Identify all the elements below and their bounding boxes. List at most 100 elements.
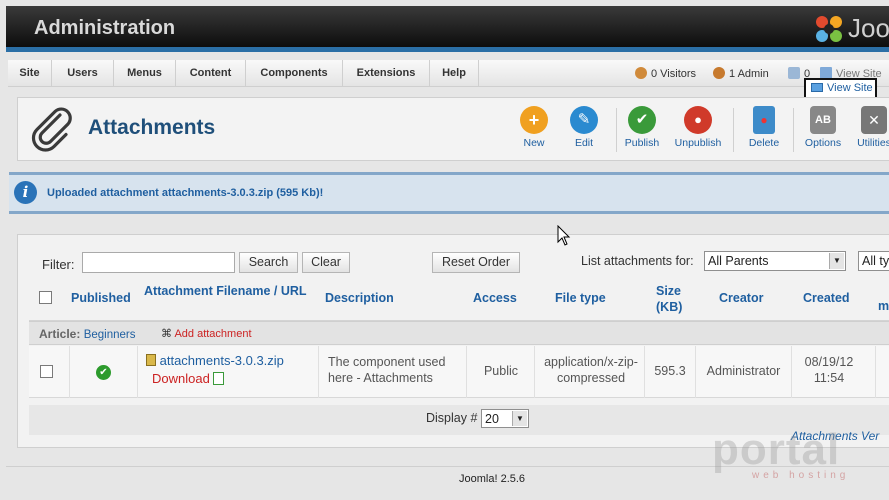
toolbar-divider: [616, 108, 617, 152]
group-label: Article: Beginners: [39, 327, 135, 341]
visitors-status: 0 Visitors: [635, 67, 696, 80]
parent-select-value: All Parents: [708, 254, 769, 268]
column-divider: [69, 346, 70, 398]
display-limit-label: Display #: [426, 411, 478, 425]
message-text: Uploaded attachment attachments-3.0.3.zi…: [47, 187, 324, 199]
new-button[interactable]: + New: [518, 106, 550, 149]
menu-components[interactable]: Components: [246, 60, 343, 87]
page-title: Attachments: [88, 116, 216, 139]
pencil-icon: ✎: [570, 106, 598, 134]
monitor-icon: [811, 83, 823, 92]
header-title: Administration: [34, 17, 176, 39]
column-size[interactable]: Size (KB): [656, 283, 686, 321]
admin-header: Administration Joo: [6, 6, 889, 52]
published-check-icon[interactable]: ✔: [96, 365, 111, 380]
paperclip-icon: ⌘: [161, 328, 172, 340]
publish-button-label: Publish: [624, 137, 660, 149]
visitors-count: 0 Visitors: [651, 68, 697, 80]
attachments-list-panel: Filter: Search Clear Reset Order List at…: [17, 234, 889, 448]
delete-button[interactable]: ● Delete: [746, 106, 782, 149]
unpublish-button[interactable]: ● Unpublish: [673, 106, 723, 149]
select-all-checkbox[interactable]: [39, 291, 52, 304]
filter-input[interactable]: [82, 252, 235, 273]
column-divider: [644, 346, 645, 398]
column-filename[interactable]: Attachment Filename / URL: [144, 283, 309, 321]
menu-content[interactable]: Content: [176, 60, 246, 87]
column-divider: [318, 346, 319, 398]
menu-menus[interactable]: Menus: [114, 60, 176, 87]
filename-link[interactable]: attachments-3.0.3.zip: [160, 353, 284, 368]
group-article-link[interactable]: Beginners: [84, 329, 136, 341]
column-divider: [466, 346, 467, 398]
mail-icon: [788, 67, 800, 79]
menu-users[interactable]: Users: [52, 60, 114, 87]
info-icon: i: [14, 181, 37, 204]
new-button-label: New: [523, 137, 545, 149]
footer-version: Joomla! 2.5.6: [459, 473, 526, 485]
column-divider: [791, 346, 792, 398]
group-type-label: Article:: [39, 327, 81, 341]
column-divider: [534, 346, 535, 398]
search-button[interactable]: Search: [239, 252, 298, 273]
display-limit-select[interactable]: 20 ▼: [481, 409, 529, 428]
parent-select[interactable]: All Parents ▼: [704, 251, 846, 271]
utilities-button-label: Utilities: [857, 137, 889, 149]
joomla-logo-text: Joo: [848, 13, 889, 43]
view-site-button-label: View Site: [827, 82, 873, 94]
zip-file-icon: [146, 354, 156, 366]
column-divider: [695, 346, 696, 398]
menu-help[interactable]: Help: [430, 60, 479, 87]
table-row: ✔ attachments-3.0.3.zip Download The com…: [29, 346, 889, 398]
wrench-icon: ✕: [861, 106, 887, 134]
checkmark-icon: ✔: [628, 106, 656, 134]
created-cell: 08/19/12 11:54: [804, 355, 854, 385]
watermark-logo: portal: [712, 425, 841, 474]
paperclip-icon: [31, 107, 72, 152]
description-cell: The component used here - Attachments: [328, 355, 446, 385]
list-attachments-label: List attachments for:: [581, 254, 694, 268]
options-icon: AB: [810, 106, 836, 134]
options-button[interactable]: AB Options: [803, 106, 843, 149]
component-toolbar: Attachments + New ✎ Edit ✔ Publish ● Unp…: [17, 97, 889, 161]
menu-site[interactable]: Site: [8, 60, 52, 87]
admins-status: 1 Admin: [713, 67, 769, 80]
reset-order-button[interactable]: Reset Order: [432, 252, 520, 273]
group-row: Article: Beginners ⌘ Add attachment: [29, 321, 889, 345]
add-attachment-label: Add attachment: [174, 328, 252, 340]
trash-icon: ●: [753, 106, 775, 134]
row-checkbox[interactable]: [40, 365, 53, 378]
display-limit-value: 20: [485, 412, 499, 426]
view-site-button[interactable]: View Site: [804, 78, 877, 99]
main-menubar: Site Users Menus Content Components Exte…: [8, 60, 889, 87]
edit-button[interactable]: ✎ Edit: [568, 106, 600, 149]
file-type-cell: application/x-zip-compressed: [544, 355, 638, 385]
column-divider: [875, 346, 876, 398]
delete-button-label: Delete: [748, 137, 780, 149]
type-select-value: All ty: [862, 254, 889, 268]
admin-user-icon: [713, 67, 725, 79]
filename-cell: attachments-3.0.3.zip Download: [146, 352, 316, 404]
toolbar-divider: [793, 108, 794, 152]
chevron-down-icon: ▼: [829, 253, 844, 269]
watermark-tagline: web hosting: [752, 470, 850, 481]
visitors-icon: [635, 67, 647, 79]
system-message: i Uploaded attachment attachments-3.0.3.…: [9, 172, 889, 214]
clear-button[interactable]: Clear: [302, 252, 350, 273]
utilities-button[interactable]: ✕ Utilities: [856, 106, 889, 149]
publish-button[interactable]: ✔ Publish: [624, 106, 660, 149]
add-attachment-link[interactable]: ⌘ Add attachment: [161, 327, 252, 340]
mouse-cursor-icon: [557, 225, 571, 246]
joomla-logo-icon: [816, 16, 842, 42]
unpublish-button-label: Unpublish: [674, 137, 722, 149]
column-divider: [137, 346, 138, 398]
download-icon[interactable]: [213, 372, 225, 385]
chevron-down-icon: ▼: [512, 411, 527, 426]
download-link[interactable]: Download: [152, 371, 210, 386]
type-select[interactable]: All ty: [858, 251, 889, 271]
plus-icon: +: [520, 106, 548, 134]
edit-button-label: Edit: [574, 137, 594, 149]
options-button-label: Options: [804, 137, 842, 149]
admins-count: 1 Admin: [729, 68, 769, 80]
toolbar-divider: [733, 108, 734, 152]
menu-extensions[interactable]: Extensions: [343, 60, 430, 87]
